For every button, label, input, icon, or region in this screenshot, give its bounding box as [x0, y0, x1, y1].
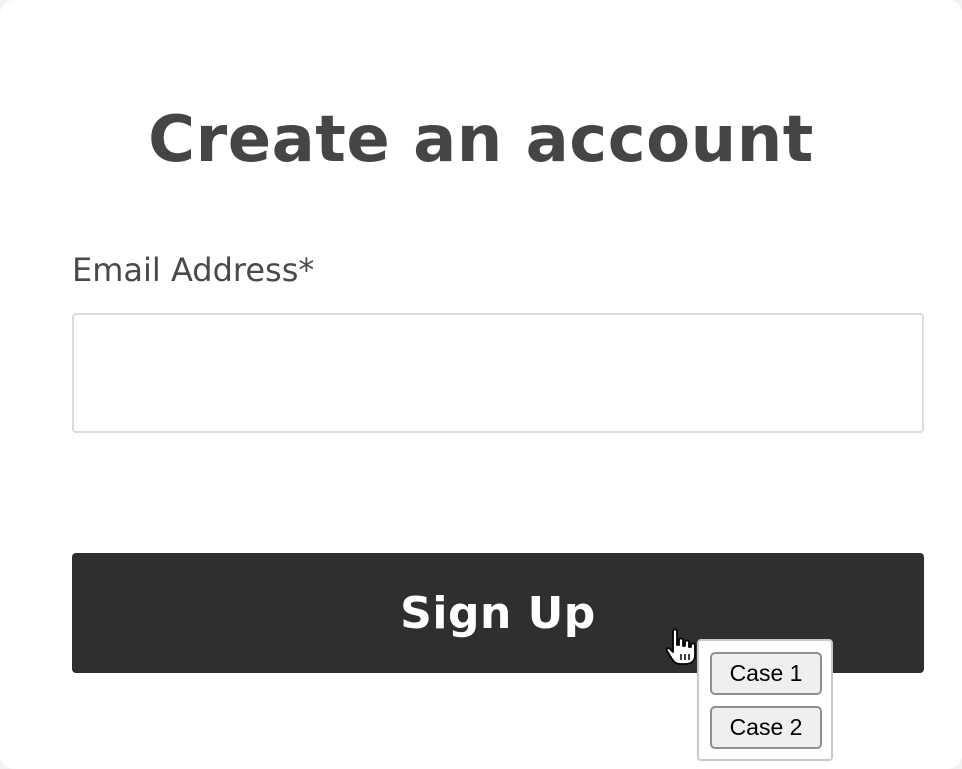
- email-label: Email Address*: [72, 251, 315, 289]
- signup-card: Create an account Email Address* Sign Up…: [0, 0, 962, 769]
- case-selector-popup: Case 1 Case 2: [697, 639, 833, 761]
- case-1-button[interactable]: Case 1: [710, 652, 822, 695]
- page-title: Create an account: [148, 103, 814, 177]
- case-2-button[interactable]: Case 2: [710, 706, 822, 749]
- hand-pointer-icon: [665, 628, 696, 665]
- email-field[interactable]: [72, 313, 924, 433]
